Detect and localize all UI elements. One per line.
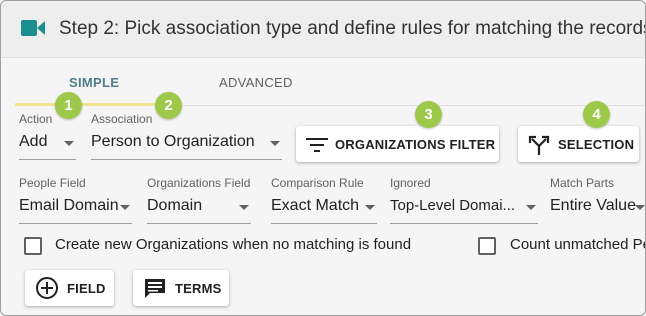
chevron-down-icon bbox=[64, 141, 74, 146]
step-badge-2: 2 bbox=[155, 92, 182, 119]
organizations-filter-label: ORGANIZATIONS FILTER bbox=[335, 137, 496, 152]
people-field-select[interactable]: Email Domain bbox=[19, 195, 132, 224]
action-label: Action bbox=[19, 112, 53, 126]
comparison-rule-label: Comparison Rule bbox=[271, 176, 364, 190]
tab-bar: SIMPLE ADVANCED bbox=[1, 57, 645, 107]
organizations-filter-button[interactable]: ORGANIZATIONS FILTER bbox=[296, 126, 499, 162]
action-select[interactable]: Add bbox=[19, 131, 76, 160]
match-parts-value: Entire Value bbox=[550, 197, 636, 214]
match-parts-label: Match Parts bbox=[550, 176, 615, 190]
ignored-value: Top-Level Domai... bbox=[390, 197, 516, 214]
count-unmatched-label: Count unmatched People bbox=[510, 236, 645, 253]
organizations-field-select[interactable]: Domain bbox=[147, 195, 251, 224]
call-split-icon bbox=[528, 135, 550, 155]
chevron-down-icon bbox=[120, 205, 130, 210]
step-badge-1: 1 bbox=[55, 92, 82, 119]
chevron-down-icon bbox=[635, 205, 645, 210]
comparison-rule-value: Exact Match bbox=[271, 197, 360, 214]
match-parts-select[interactable]: Entire Value bbox=[550, 195, 645, 223]
chevron-down-icon bbox=[365, 205, 375, 210]
terms-label: TERMS bbox=[175, 281, 222, 296]
terms-button[interactable]: TERMS bbox=[133, 270, 229, 306]
add-circle-icon bbox=[36, 277, 58, 299]
comment-icon bbox=[145, 279, 165, 298]
association-label: Association bbox=[91, 112, 153, 126]
dialog-frame: Step 2: Pick association type and define… bbox=[0, 0, 646, 316]
video-camera-icon bbox=[21, 20, 45, 36]
ignored-label: Ignored bbox=[390, 176, 431, 190]
ignored-select[interactable]: Top-Level Domai... bbox=[390, 195, 538, 224]
create-new-checkbox[interactable] bbox=[24, 237, 42, 255]
filter-icon bbox=[306, 138, 328, 152]
tab-divider bbox=[181, 105, 645, 106]
step-header: Step 2: Pick association type and define… bbox=[1, 1, 645, 58]
selection-label: SELECTION bbox=[558, 137, 635, 152]
organizations-field-value: Domain bbox=[147, 197, 203, 214]
tab-advanced[interactable]: ADVANCED bbox=[219, 75, 293, 90]
add-field-label: FIELD bbox=[67, 281, 106, 296]
association-value: Person to Organization bbox=[91, 133, 255, 150]
count-unmatched-checkbox[interactable] bbox=[478, 237, 496, 255]
selection-button[interactable]: SELECTION bbox=[518, 126, 639, 162]
comparison-rule-select[interactable]: Exact Match bbox=[271, 195, 377, 224]
chevron-down-icon bbox=[270, 141, 280, 146]
people-field-value: Email Domain bbox=[19, 197, 119, 214]
organizations-field-label: Organizations Field bbox=[147, 176, 251, 190]
create-new-label: Create new Organizations when no matchin… bbox=[55, 236, 412, 253]
step-title: Step 2: Pick association type and define… bbox=[59, 18, 646, 39]
step-badge-3: 3 bbox=[415, 101, 442, 128]
chevron-down-icon bbox=[526, 205, 536, 210]
people-field-label: People Field bbox=[19, 176, 86, 190]
association-select[interactable]: Person to Organization bbox=[91, 131, 282, 160]
chevron-down-icon bbox=[239, 205, 249, 210]
tab-simple[interactable]: SIMPLE bbox=[69, 75, 119, 90]
action-value: Add bbox=[19, 133, 48, 150]
step-badge-4: 4 bbox=[583, 101, 610, 128]
add-field-button[interactable]: FIELD bbox=[25, 270, 114, 306]
